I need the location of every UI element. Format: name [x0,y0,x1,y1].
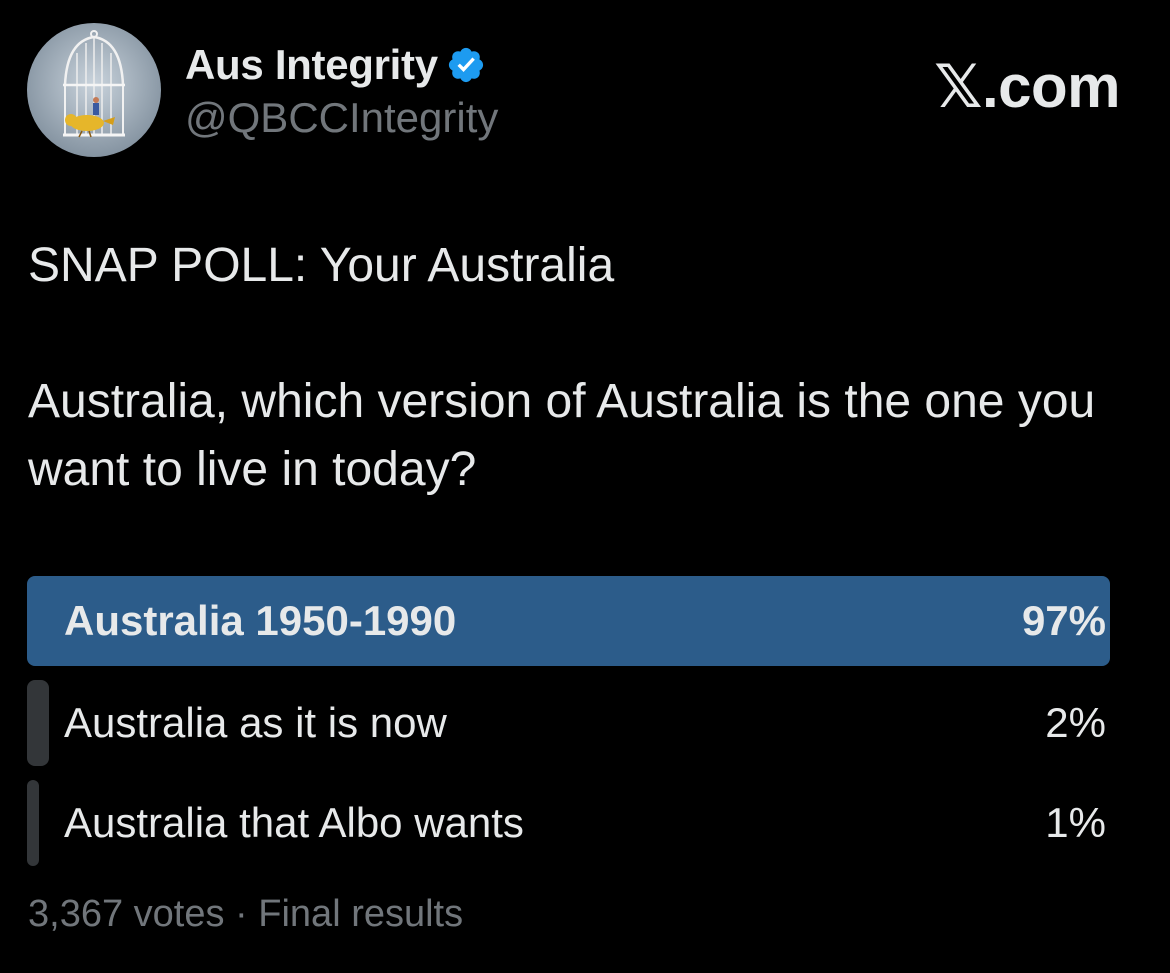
avatar[interactable] [27,23,161,157]
poll-option-percent: 1% [1045,799,1106,846]
poll-footer: 3,367 votes · Final results [28,893,463,936]
display-name[interactable]: Aus Integrity [185,41,438,89]
tweet-text: SNAP POLL: Your Australia Australia, whi… [28,232,1138,504]
poll-option-1[interactable]: Australia 1950-1990 97% [27,576,1110,666]
name-row: Aus Integrity [185,38,498,92]
x-com-brand: 𝕏.com [934,53,1120,120]
handle[interactable]: @QBCCIntegrity [185,94,498,142]
verified-badge-icon[interactable] [446,45,486,85]
poll: Australia 1950-1990 97% Australia as it … [27,576,1110,880]
poll-option-percent: 2% [1045,699,1106,746]
poll-option-2[interactable]: Australia as it is now 2% [27,680,1110,766]
tweet-question: Australia, which version of Australia is… [28,375,1096,496]
poll-separator: · [235,893,248,935]
poll-vote-count: 3,367 votes [28,893,225,935]
author-block: Aus Integrity @QBCCIntegrity [185,38,498,142]
tweet-headline: SNAP POLL: Your Australia [28,239,615,292]
tweet-card: Aus Integrity @QBCCIntegrity 𝕏.com SNAP … [0,0,1170,973]
poll-status: Final results [258,893,464,935]
poll-option-label: Australia as it is now [64,699,447,746]
poll-option-percent: 97% [1021,597,1106,644]
poll-bar [27,780,39,866]
poll-bar [27,680,49,766]
poll-option-label: Australia that Albo wants [64,799,524,846]
poll-option-label: Australia 1950-1990 [64,597,457,644]
poll-option-3[interactable]: Australia that Albo wants 1% [27,780,1110,866]
birdcage-avatar-icon [27,23,161,157]
